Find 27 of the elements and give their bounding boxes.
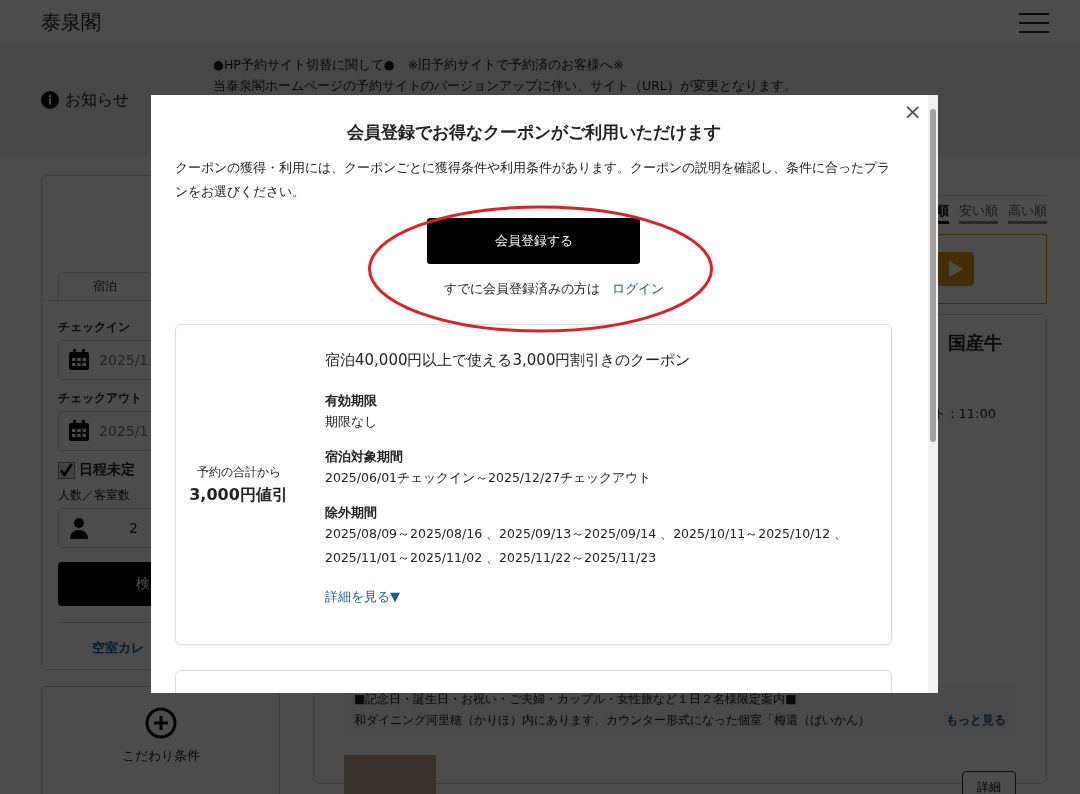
section-text: 2025/06/01チェックイン～2025/12/27チェックアウト	[325, 469, 653, 487]
more-link[interactable]: もっと見る	[946, 712, 1006, 729]
notice-label: お知らせ	[65, 89, 129, 111]
register-button[interactable]: 会員登録する	[427, 218, 640, 264]
plan-title[interactable]: 国産牛	[948, 331, 1002, 355]
field-label: チェックアウト	[58, 390, 142, 407]
dialog-description: クーポンの獲得・利用には、クーポンごとに獲得条件や利用条件があります。クーポンの説明を確認し、条件に合ったプランをお選びください。	[175, 159, 891, 201]
checkout-time: ト：11:00	[932, 405, 996, 423]
field-label: 人数／客室数	[58, 487, 130, 504]
section-heading: 除外期間	[325, 504, 378, 522]
discount-amount: 3,000円値引	[189, 484, 288, 506]
login-link[interactable]: ログイン	[611, 280, 664, 298]
section-text: 期限なし	[325, 413, 378, 431]
dialog-title: 会員登録でお得なクーポンがご利用いただけます	[345, 121, 722, 144]
field-label: チェックイン	[58, 319, 130, 336]
checkbox-label: 日程未定	[79, 461, 135, 479]
login-prompt: すでに会員登録済みの方は	[443, 280, 600, 298]
site-logo[interactable]: 泰泉閣	[41, 9, 101, 36]
coupon-title: 宿泊40,000円以上で使える3,000円割引きのクーポン	[325, 351, 692, 370]
details-link[interactable]: 詳細を見る▼	[325, 588, 876, 606]
scrollbar[interactable]	[928, 95, 938, 693]
section-heading: 宿泊対象期間	[325, 448, 404, 466]
discount-label: 予約の合計から	[196, 463, 281, 481]
filter-label: こだわり条件	[121, 747, 200, 765]
section-heading: 有効期限	[325, 392, 378, 410]
close-button[interactable]: ×	[903, 101, 922, 123]
section-text: 2025/08/09～2025/08/16 、2025/09/13～2025/09/14 、2025/10/11～2025/10/12 、2025/11/01～2025/11/02 、2025/11/22～2025/11/23	[325, 525, 849, 567]
